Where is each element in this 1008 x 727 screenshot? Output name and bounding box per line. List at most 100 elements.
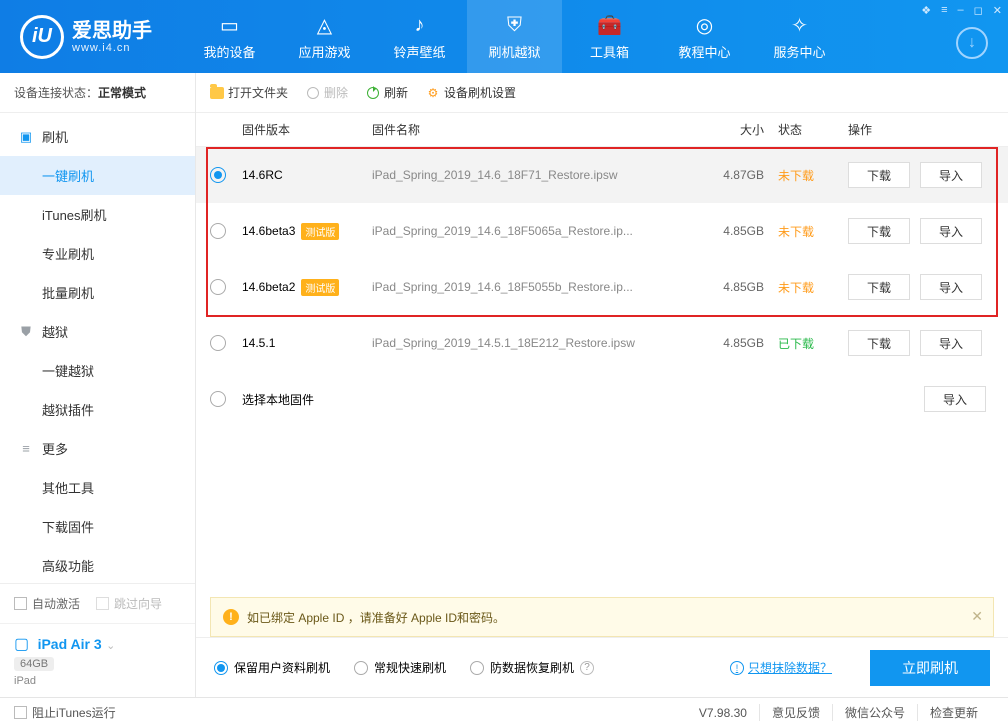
gear-icon: ⚙ <box>426 86 440 100</box>
row-size: 4.87GB <box>704 168 778 182</box>
app-name: 爱思助手 <box>72 20 152 42</box>
beta-badge: 测试版 <box>301 223 339 240</box>
open-folder-button[interactable]: 打开文件夹 <box>210 84 288 101</box>
side-sub[interactable]: 一键刷机 <box>0 156 195 195</box>
skip-guide-checkbox[interactable]: 跳过向导 <box>96 595 162 612</box>
firmware-row[interactable]: 选择本地固件 导入 <box>196 371 1008 427</box>
row-version: 14.5.1 <box>242 336 372 350</box>
download-button[interactable]: 下载 <box>848 218 910 244</box>
group-icon: ▣ <box>18 129 34 145</box>
side-sub[interactable]: 一键越狱 <box>0 351 195 390</box>
import-button[interactable]: 导入 <box>920 218 982 244</box>
mode-keep-data[interactable]: 保留用户资料刷机 <box>214 659 330 676</box>
row-filename: iPad_Spring_2019_14.6_18F5055b_Restore.i… <box>372 280 704 294</box>
nav-item-4[interactable]: 🧰工具箱 <box>562 0 657 73</box>
nav-icon: ✧ <box>787 13 813 39</box>
flash-now-button[interactable]: 立即刷机 <box>870 650 990 686</box>
table-header: 固件版本 固件名称 大小 状态 操作 <box>196 113 1008 147</box>
side-sub[interactable]: 其他工具 <box>0 468 195 507</box>
close-notice-icon[interactable]: ✕ <box>971 608 983 625</box>
row-radio[interactable] <box>210 391 226 407</box>
nav-icon: ◬ <box>312 13 338 39</box>
notice-text: 如已绑定 Apple ID ，请准备好 Apple ID和密码。 <box>247 609 505 626</box>
device-storage: 64GB <box>14 657 54 671</box>
device-info[interactable]: ▢ iPad Air 3 ⌄ 64GB iPad <box>0 624 195 697</box>
side-sub[interactable]: iTunes刷机 <box>0 195 195 234</box>
row-version: 选择本地固件 <box>242 391 372 408</box>
row-status: 未下载 <box>778 279 848 296</box>
side-sub[interactable]: 专业刷机 <box>0 234 195 273</box>
footer-version: V7.98.30 <box>687 706 759 720</box>
row-filename: iPad_Spring_2019_14.6_18F71_Restore.ipsw <box>372 168 704 182</box>
row-version: 14.6beta2测试版 <box>242 279 372 296</box>
nav-item-3[interactable]: ⛨刷机越狱 <box>467 0 562 73</box>
footer-feedback[interactable]: 意见反馈 <box>759 704 832 721</box>
import-button[interactable]: 导入 <box>920 162 982 188</box>
chevron-down-icon[interactable]: ⌄ <box>106 639 115 652</box>
settings-button[interactable]: ⚙设备刷机设置 <box>426 84 516 101</box>
download-button[interactable]: 下载 <box>848 330 910 356</box>
status-label: 设备连接状态： <box>14 84 98 101</box>
sidebar: 设备连接状态： 正常模式 ▣刷机一键刷机iTunes刷机专业刷机批量刷机⛊越狱一… <box>0 73 196 697</box>
import-button[interactable]: 导入 <box>920 274 982 300</box>
nav-item-5[interactable]: ◎教程中心 <box>657 0 752 73</box>
row-radio[interactable] <box>210 223 226 239</box>
nav-item-0[interactable]: ▭我的设备 <box>182 0 277 73</box>
skin-icon[interactable]: ❖ <box>921 4 931 17</box>
download-indicator-icon[interactable]: ↓ <box>956 27 988 59</box>
footer-wechat[interactable]: 微信公众号 <box>832 704 917 721</box>
side-group-1[interactable]: ⛊越狱 <box>0 312 195 351</box>
minimize-icon[interactable]: – <box>958 4 964 17</box>
nav-icon: ◎ <box>692 13 718 39</box>
firmware-row[interactable]: 14.6beta2测试版iPad_Spring_2019_14.6_18F505… <box>196 259 1008 315</box>
col-version: 固件版本 <box>242 121 372 138</box>
help-icon[interactable]: ? <box>580 661 594 675</box>
refresh-button[interactable]: 刷新 <box>366 84 408 101</box>
download-button[interactable]: 下载 <box>848 274 910 300</box>
import-button[interactable]: 导入 <box>920 330 982 356</box>
window-controls: ❖ ≡ – ◻ ✕ <box>921 4 1002 17</box>
col-size: 大小 <box>704 121 778 138</box>
footer-update[interactable]: 检查更新 <box>917 704 990 721</box>
close-icon[interactable]: ✕ <box>993 4 1002 17</box>
firmware-row[interactable]: 14.5.1iPad_Spring_2019_14.5.1_18E212_Res… <box>196 315 1008 371</box>
firmware-row[interactable]: 14.6RCiPad_Spring_2019_14.6_18F71_Restor… <box>196 147 1008 203</box>
nav-item-1[interactable]: ◬应用游戏 <box>277 0 372 73</box>
auto-activate-checkbox[interactable]: 自动激活 <box>14 595 80 612</box>
import-button[interactable]: 导入 <box>924 386 986 412</box>
side-group-0[interactable]: ▣刷机 <box>0 117 195 156</box>
side-group-2[interactable]: ≡更多 <box>0 429 195 468</box>
firmware-row[interactable]: 14.6beta3测试版iPad_Spring_2019_14.6_18F506… <box>196 203 1008 259</box>
info-icon: ! <box>730 661 744 675</box>
side-sub[interactable]: 高级功能 <box>0 546 195 583</box>
top-nav: ▭我的设备◬应用游戏♪铃声壁纸⛨刷机越狱🧰工具箱◎教程中心✧服务中心 <box>182 0 847 73</box>
nav-item-2[interactable]: ♪铃声壁纸 <box>372 0 467 73</box>
row-status: 未下载 <box>778 167 848 184</box>
erase-only-link[interactable]: !只想抹除数据？ <box>730 659 832 676</box>
side-sub[interactable]: 越狱插件 <box>0 390 195 429</box>
delete-button: 删除 <box>306 84 348 101</box>
block-itunes-checkbox[interactable]: 阻止iTunes运行 <box>14 704 116 721</box>
main-content: 打开文件夹 删除 刷新 ⚙设备刷机设置 固件版本 固件名称 大小 状态 操作 1… <box>196 73 1008 697</box>
menu-icon[interactable]: ≡ <box>941 4 947 17</box>
mode-fast[interactable]: 常规快速刷机 <box>354 659 446 676</box>
row-status: 未下载 <box>778 223 848 240</box>
row-radio[interactable] <box>210 335 226 351</box>
nav-item-6[interactable]: ✧服务中心 <box>752 0 847 73</box>
download-button[interactable]: 下载 <box>848 162 910 188</box>
nav-icon: ♪ <box>407 13 433 39</box>
device-type: iPad <box>14 675 181 687</box>
row-version: 14.6RC <box>242 168 372 182</box>
nav-icon: ▭ <box>217 13 243 39</box>
row-status: 已下载 <box>778 335 848 352</box>
row-filename: iPad_Spring_2019_14.6_18F5065a_Restore.i… <box>372 224 704 238</box>
row-size: 4.85GB <box>704 280 778 294</box>
maximize-icon[interactable]: ◻ <box>974 4 983 17</box>
col-status: 状态 <box>778 121 848 138</box>
mode-anti-recovery[interactable]: 防数据恢复刷机? <box>470 659 594 676</box>
firmware-list: 14.6RCiPad_Spring_2019_14.6_18F71_Restor… <box>196 147 1008 597</box>
row-radio[interactable] <box>210 167 226 183</box>
side-sub[interactable]: 下载固件 <box>0 507 195 546</box>
row-radio[interactable] <box>210 279 226 295</box>
side-sub[interactable]: 批量刷机 <box>0 273 195 312</box>
